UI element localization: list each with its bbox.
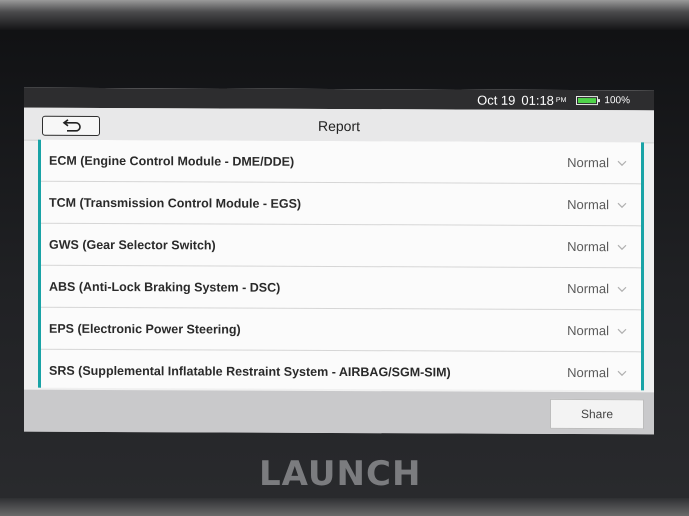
module-row-eps[interactable]: EPS (Electronic Power Steering) Normal	[41, 307, 641, 353]
battery-icon	[576, 95, 599, 105]
page-title: Report	[317, 117, 361, 135]
module-label: SRS (Supplemental Inflatable Restraint S…	[49, 363, 451, 380]
status-bar: Oct 19 01:18 PM 100%	[24, 87, 654, 111]
module-label: GWS (Gear Selector Switch)	[49, 237, 216, 253]
module-status: Normal	[567, 238, 609, 255]
status-date: Oct 19	[477, 92, 516, 108]
chevron-down-icon	[617, 202, 627, 208]
module-row-gws[interactable]: GWS (Gear Selector Switch) Normal	[41, 223, 641, 269]
module-status: Normal	[567, 196, 609, 213]
status-time: 01:18	[521, 92, 554, 108]
battery-level	[578, 97, 597, 103]
chevron-down-icon	[617, 286, 627, 292]
module-status-dropdown[interactable]: Normal	[567, 281, 627, 296]
share-button[interactable]: Share	[550, 398, 644, 430]
module-status: Normal	[567, 280, 609, 297]
title-bar: Report	[24, 107, 654, 144]
module-status-dropdown[interactable]: Normal	[567, 365, 627, 380]
module-status-dropdown[interactable]: Normal	[567, 155, 627, 170]
chevron-down-icon	[617, 370, 627, 376]
module-status-dropdown[interactable]: Normal	[567, 323, 627, 338]
module-status: Normal	[567, 322, 609, 339]
chevron-down-icon	[617, 244, 627, 250]
bottom-toolbar: Share	[24, 389, 654, 435]
battery-percent: 100%	[604, 94, 630, 106]
module-status-dropdown[interactable]: Normal	[567, 197, 627, 212]
module-row-tcm[interactable]: TCM (Transmission Control Module - EGS) …	[41, 181, 641, 227]
brand-logo: LAUNCH	[259, 454, 422, 494]
device-screen: Oct 19 01:18 PM 100% Report ECM (Engine …	[24, 87, 654, 435]
background-bottom	[0, 498, 689, 516]
module-label: EPS (Electronic Power Steering)	[49, 321, 241, 337]
module-label: ECM (Engine Control Module - DME/DDE)	[49, 153, 295, 169]
module-row-srs[interactable]: SRS (Supplemental Inflatable Restraint S…	[41, 350, 641, 395]
module-status-dropdown[interactable]: Normal	[567, 239, 627, 254]
module-list: ECM (Engine Control Module - DME/DDE) No…	[38, 139, 644, 391]
background-top	[0, 0, 689, 30]
chevron-down-icon	[617, 160, 627, 166]
module-row-abs[interactable]: ABS (Anti-Lock Braking System - DSC) Nor…	[41, 265, 641, 311]
status-ampm: PM	[555, 96, 567, 104]
module-label: TCM (Transmission Control Module - EGS)	[49, 195, 302, 211]
status-indicators: Oct 19 01:18 PM 100%	[477, 92, 630, 109]
module-label: ABS (Anti-Lock Braking System - DSC)	[49, 279, 281, 295]
module-status: Normal	[567, 154, 609, 171]
module-status: Normal	[567, 364, 609, 381]
chevron-down-icon	[617, 328, 627, 334]
module-row-ecm[interactable]: ECM (Engine Control Module - DME/DDE) No…	[41, 139, 641, 185]
